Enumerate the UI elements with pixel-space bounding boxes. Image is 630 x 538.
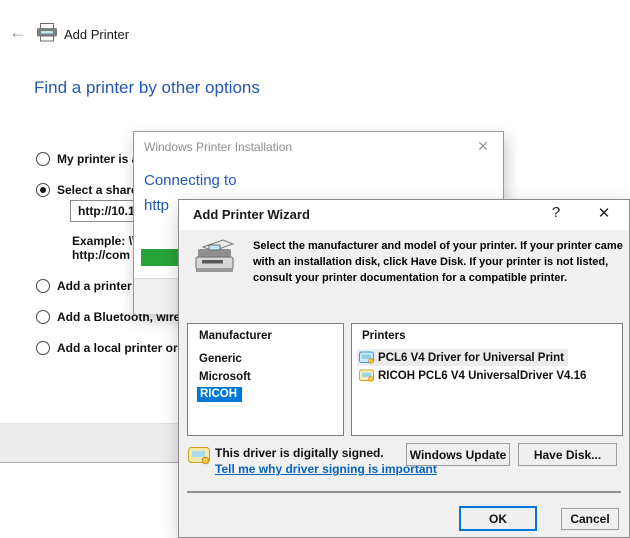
close-icon[interactable]: ✕ bbox=[474, 138, 492, 155]
page-heading: Find a printer by other options bbox=[34, 78, 260, 98]
wizard-title: Add Printer Wizard bbox=[193, 207, 310, 222]
manufacturer-listbox[interactable]: Manufacturer Generic Microsoft RICOH bbox=[187, 323, 344, 436]
radio-circle[interactable] bbox=[36, 341, 50, 355]
radio-circle[interactable] bbox=[36, 310, 50, 324]
example-line1: Example: \\ bbox=[72, 234, 135, 248]
radio-label: Select a shared bbox=[57, 183, 145, 197]
windows-update-button[interactable]: Windows Update bbox=[406, 443, 510, 466]
driver-signing-link[interactable]: Tell me why driver signing is important bbox=[215, 462, 437, 476]
radio-add-local[interactable]: Add a local printer or bbox=[36, 340, 178, 355]
printer-item-pcl6-universal[interactable]: PCL6 V4 Driver for Universal Print bbox=[357, 349, 568, 366]
driver-icon bbox=[359, 369, 374, 382]
separator-line bbox=[187, 491, 621, 493]
printers-listbox[interactable]: Printers PCL6 V4 Driver for Universal Pr… bbox=[351, 323, 623, 436]
radio-circle[interactable] bbox=[36, 152, 50, 166]
example-hint: Example: \\http://com bbox=[72, 234, 135, 262]
radio-my-printer[interactable]: My printer is a bbox=[36, 151, 138, 166]
close-icon[interactable]: ✕ bbox=[591, 204, 617, 226]
screen: ← Add Printer Find a printer by other op… bbox=[0, 0, 630, 538]
printer-item-ricoh-pcl6[interactable]: RICOH PCL6 V4 UniversalDriver V4.16 bbox=[357, 367, 590, 384]
window-title: Add Printer bbox=[64, 27, 129, 42]
ok-button[interactable]: OK bbox=[459, 506, 537, 531]
example-line2: http://com bbox=[72, 248, 130, 262]
dialog-title: Windows Printer Installation bbox=[144, 140, 292, 154]
help-icon[interactable]: ? bbox=[545, 204, 567, 226]
manufacturer-item-generic[interactable]: Generic bbox=[199, 353, 242, 365]
digitally-signed-text: This driver is digitally signed. bbox=[215, 446, 384, 460]
connecting-url-text: http bbox=[144, 197, 169, 214]
connecting-text: Connecting to bbox=[144, 172, 237, 189]
radio-label: My printer is a bbox=[57, 152, 138, 166]
printer-item-label: RICOH PCL6 V4 UniversalDriver V4.16 bbox=[378, 370, 586, 382]
add-printer-wizard-dialog: Add Printer Wizard ? ✕ Select the manufa… bbox=[178, 199, 630, 538]
driver-icon bbox=[359, 351, 374, 364]
printer-item-label: PCL6 V4 Driver for Universal Print bbox=[378, 352, 564, 364]
wizard-instructions: Select the manufacturer and model of you… bbox=[253, 238, 625, 286]
manufacturer-header: Manufacturer bbox=[199, 330, 272, 342]
radio-circle-selected[interactable] bbox=[36, 183, 50, 197]
wizard-printer-icon bbox=[193, 236, 239, 278]
radio-select-shared[interactable]: Select a shared bbox=[36, 182, 145, 197]
manufacturer-item-ricoh-selected[interactable]: RICOH bbox=[197, 388, 242, 400]
printers-header: Printers bbox=[362, 330, 405, 342]
radio-circle[interactable] bbox=[36, 279, 50, 293]
have-disk-button[interactable]: Have Disk... bbox=[518, 443, 617, 466]
back-arrow-icon[interactable]: ← bbox=[9, 22, 27, 43]
cancel-button[interactable]: Cancel bbox=[561, 508, 619, 530]
signed-certificate-icon bbox=[188, 446, 211, 466]
radio-label: Add a printer u bbox=[57, 279, 142, 293]
radio-label: Add a local printer or bbox=[57, 341, 178, 355]
selected-item-highlight: RICOH bbox=[197, 387, 242, 402]
printer-icon bbox=[36, 23, 58, 42]
manufacturer-item-microsoft[interactable]: Microsoft bbox=[199, 371, 251, 383]
radio-add-printer-using[interactable]: Add a printer u bbox=[36, 278, 142, 293]
